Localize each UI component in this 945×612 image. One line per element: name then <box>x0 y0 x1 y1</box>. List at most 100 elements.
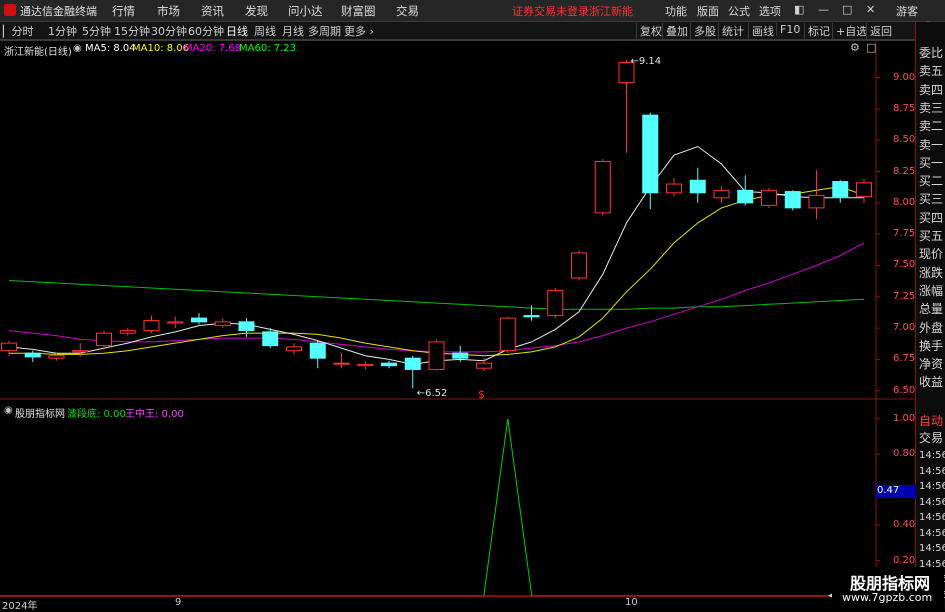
signal-marker: $ <box>478 388 485 401</box>
function-button[interactable]: 功能 <box>665 3 687 19</box>
candle-down <box>262 331 279 347</box>
side-tab-item[interactable]: 外盘 <box>919 321 943 335</box>
candle-down <box>523 315 540 318</box>
trade-time: 14:56 <box>919 481 945 492</box>
candle-up <box>72 350 89 353</box>
period-60min[interactable]: 60分钟 <box>188 23 224 39</box>
period-daily[interactable]: 日线 <box>226 23 248 39</box>
mark-button[interactable]: 标记 <box>804 23 830 39</box>
menu-market[interactable]: 行情 <box>112 3 135 19</box>
indicator-tick-label: 0.40 <box>893 519 916 531</box>
side-tab-item[interactable]: 现价 <box>919 247 943 261</box>
adjust-button[interactable]: 复权 <box>636 23 662 39</box>
period-5min[interactable]: 5分钟 <box>82 23 111 39</box>
user-label[interactable]: 游客 <box>896 3 918 19</box>
formula-button[interactable]: 公式 <box>728 3 750 19</box>
side-tab-item[interactable]: 买二 <box>919 174 943 188</box>
side-tab-item[interactable]: 买五 <box>919 229 943 243</box>
ma10-line <box>9 186 865 357</box>
app-title: 通达信金融终端 <box>20 5 97 18</box>
trade-status[interactable]: 证券交易未登录 <box>512 3 589 19</box>
price-tick-label: 7.50 <box>893 259 916 271</box>
price-tick-label: 7.75 <box>893 228 916 240</box>
period-15min[interactable]: 15分钟 <box>114 23 150 39</box>
trade-time: 14:56 <box>919 465 945 477</box>
side-trade-tab[interactable]: 交易 <box>919 431 943 445</box>
candle-up <box>713 189 730 199</box>
candle-up <box>761 189 777 206</box>
period-timeshare[interactable]: ▏分时 <box>3 23 33 39</box>
menu-news[interactable]: 资讯 <box>201 3 224 19</box>
minimize-icon[interactable]: — <box>818 3 829 16</box>
period-1min[interactable]: 1分钟 <box>48 23 77 39</box>
trade-time: 14:56 <box>919 450 945 461</box>
side-tab-item[interactable]: 卖五 <box>919 64 943 78</box>
candle-up <box>547 290 564 317</box>
candle-down <box>404 357 421 370</box>
add-favorite-button[interactable]: +自选 <box>832 23 867 39</box>
side-tab-item[interactable]: 卖三 <box>919 101 943 115</box>
menu-exchange[interactable]: 市场 <box>157 3 180 19</box>
side-auto-tab[interactable]: 自动 <box>919 414 943 428</box>
side-tab-item[interactable]: 卖四 <box>919 83 943 97</box>
candle-up <box>1 342 17 352</box>
price-tick-label: 9.00 <box>893 71 916 83</box>
maximize-icon[interactable]: □ <box>842 3 852 16</box>
layout-button[interactable]: 版面 <box>697 3 719 19</box>
candle-up <box>571 252 587 279</box>
candle-down <box>642 114 659 194</box>
candle-up <box>96 332 112 347</box>
side-tab-item[interactable]: 卖一 <box>919 138 943 152</box>
period-weekly[interactable]: 周线 <box>254 23 276 39</box>
watermark: 股朋指标网 www.7gpzb.com <box>832 567 944 609</box>
menu-trade[interactable]: 交易 <box>396 3 419 19</box>
candle-up <box>119 330 136 334</box>
side-tab-item[interactable]: 买三 <box>919 192 943 206</box>
side-tab-item[interactable]: 委比 <box>919 46 943 60</box>
multi-stock-button[interactable]: 多股 <box>690 23 716 39</box>
period-30min[interactable]: 30分钟 <box>151 23 187 39</box>
candle-up <box>286 346 302 352</box>
candle-up <box>357 363 374 367</box>
price-tick-label: 6.75 <box>893 353 916 365</box>
date-label-9: 9 <box>175 597 182 608</box>
f10-button[interactable]: F10 <box>776 23 800 36</box>
period-monthly[interactable]: 月线 <box>282 23 304 39</box>
side-tab-item[interactable]: 涨幅 <box>919 284 943 298</box>
menu-wealth[interactable]: 财富圈 <box>341 3 376 19</box>
side-tab-item[interactable]: 总量 <box>919 302 943 316</box>
price-tick-label: 8.00 <box>893 196 916 208</box>
back-button[interactable]: 返回 <box>866 23 892 39</box>
draw-button[interactable]: 画线 <box>748 23 774 39</box>
ma20-line <box>8 242 865 353</box>
price-tick-label: 8.75 <box>893 102 916 114</box>
overlay-button[interactable]: 叠加 <box>662 23 688 39</box>
side-tab-item[interactable]: 收益 <box>919 375 943 389</box>
stats-button[interactable]: 统计 <box>718 23 744 39</box>
period-multi[interactable]: 多周期 <box>308 23 341 39</box>
side-tab-item[interactable]: 涨跌 <box>919 266 943 280</box>
side-tab-item[interactable]: 净资 <box>919 357 943 371</box>
period-more[interactable]: 更多 › <box>344 23 374 39</box>
side-tab-item[interactable]: 买一 <box>919 156 943 170</box>
close-icon[interactable]: ✕ <box>866 3 875 16</box>
candle-up <box>167 321 184 324</box>
kline-chart[interactable]: ←9.14 ←6.52 <box>0 40 915 609</box>
options-button[interactable]: 选项 <box>759 3 781 19</box>
current-stock-name: 浙江新能 <box>589 5 633 18</box>
skin-icon[interactable]: ◧ <box>794 3 804 16</box>
side-tab-item[interactable]: 卖二 <box>919 119 943 133</box>
candle-down <box>832 181 849 198</box>
menu-ask[interactable]: 问小达 <box>288 3 323 19</box>
candle-up <box>594 161 611 214</box>
price-tick-label: 6.50 <box>893 384 916 396</box>
indicator-tick-label: 0.80 <box>893 448 916 460</box>
price-tick-label: 7.00 <box>893 322 916 334</box>
side-tab-item[interactable]: 换手 <box>919 339 943 353</box>
indicator-tick-label: 1.00 <box>893 412 916 424</box>
menu-discover[interactable]: 发现 <box>245 3 268 19</box>
date-label-year: 2024年 <box>2 601 38 612</box>
candle-down <box>24 352 41 358</box>
side-tab-item[interactable]: 买四 <box>919 211 943 225</box>
period-label: 分时 <box>11 25 34 38</box>
